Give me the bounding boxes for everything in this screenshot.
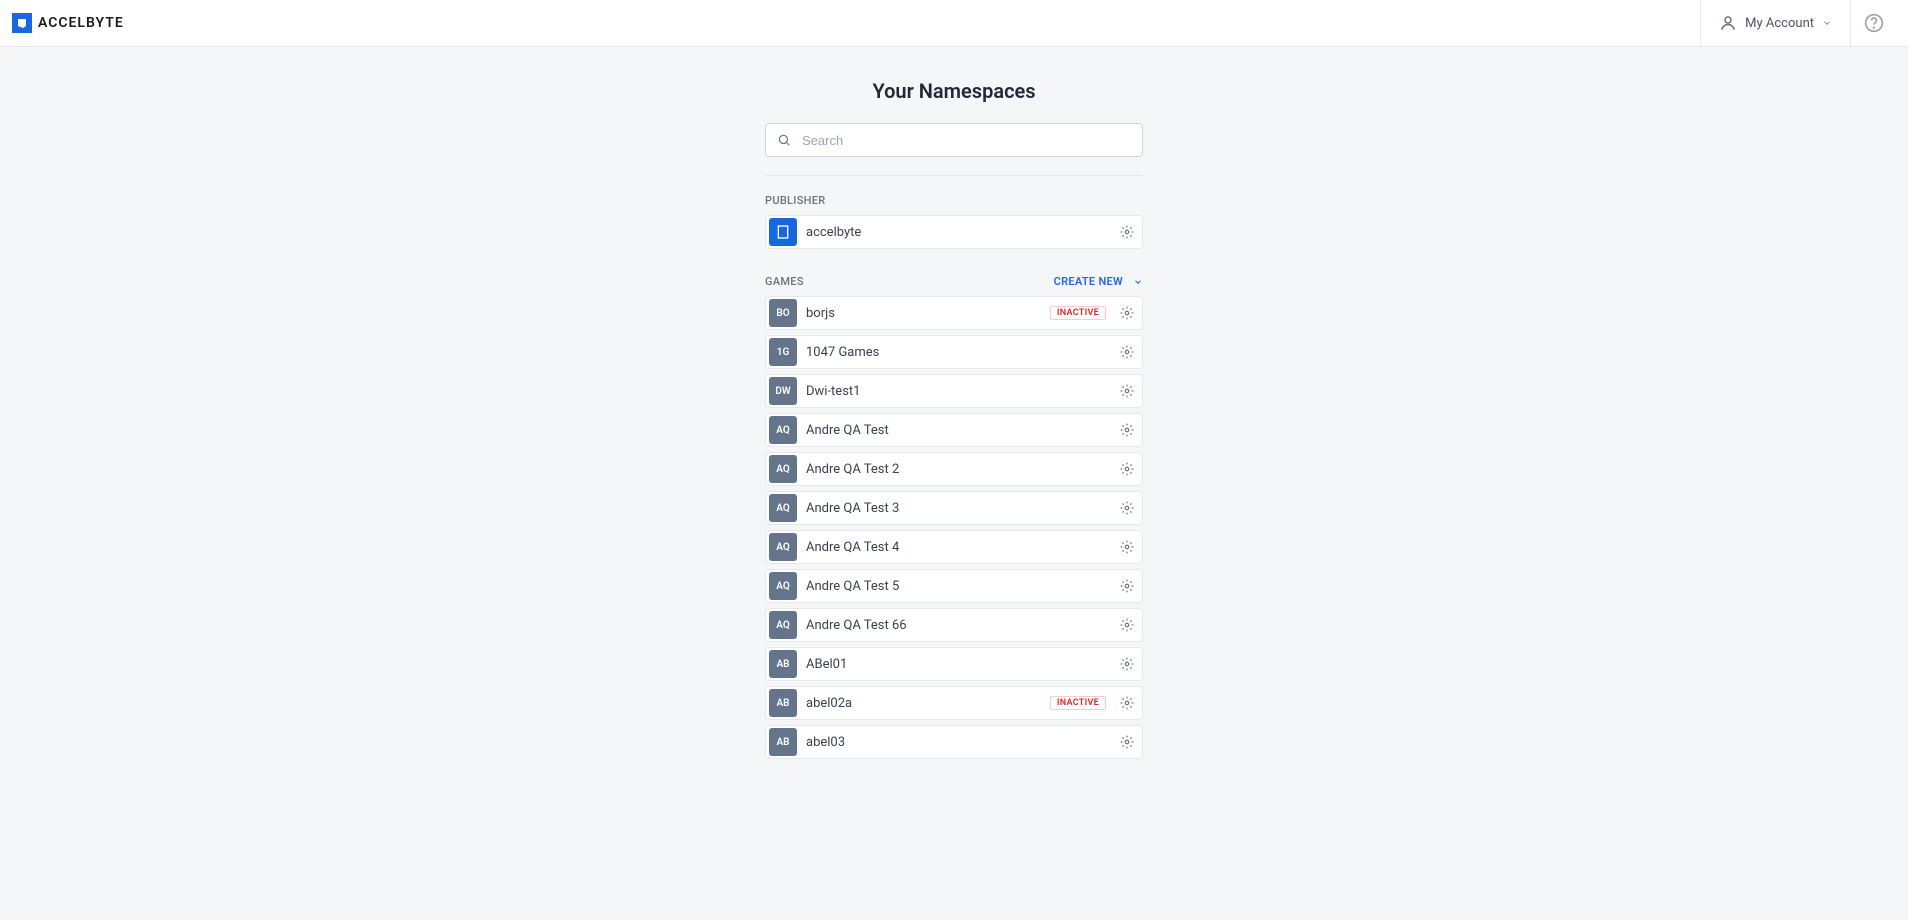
chevron-down-icon xyxy=(1133,277,1143,287)
status-badge: INACTIVE xyxy=(1050,696,1106,710)
game-settings-button[interactable] xyxy=(1112,423,1142,437)
account-label: My Account xyxy=(1745,16,1814,31)
game-name: Andre QA Test xyxy=(800,423,1112,438)
help-icon xyxy=(1864,13,1884,33)
logo-text: ACCELBYTE xyxy=(38,15,124,31)
main-content: Your Namespaces PUBLISHER accelb xyxy=(765,47,1143,804)
games-section: GAMES CREATE NEW BOborjsINACTIVE1G1047 G… xyxy=(765,275,1143,759)
game-initials-icon: AB xyxy=(769,650,797,678)
building-icon xyxy=(769,218,797,246)
gear-icon xyxy=(1120,345,1134,359)
gear-icon xyxy=(1120,735,1134,749)
publisher-card[interactable]: accelbyte xyxy=(765,215,1143,249)
create-new-label: CREATE NEW xyxy=(1054,275,1123,288)
publisher-section-label: PUBLISHER xyxy=(765,194,1143,207)
game-name: Andre QA Test 5 xyxy=(800,579,1112,594)
gear-icon xyxy=(1120,657,1134,671)
game-name: Andre QA Test 3 xyxy=(800,501,1112,516)
search-input[interactable] xyxy=(765,123,1143,157)
game-initials-icon: AQ xyxy=(769,611,797,639)
game-settings-button[interactable] xyxy=(1112,462,1142,476)
game-card[interactable]: BOborjsINACTIVE xyxy=(765,296,1143,330)
gear-icon xyxy=(1120,306,1134,320)
search-container xyxy=(765,123,1143,157)
game-name: 1047 Games xyxy=(800,345,1112,360)
game-card[interactable]: AQAndre QA Test 5 xyxy=(765,569,1143,603)
top-header: ACCELBYTE My Account xyxy=(0,0,1908,47)
header-right: My Account xyxy=(1700,0,1896,46)
gear-icon xyxy=(1120,540,1134,554)
game-settings-button[interactable] xyxy=(1112,384,1142,398)
game-settings-button[interactable] xyxy=(1112,696,1142,710)
game-card[interactable]: AQAndre QA Test 4 xyxy=(765,530,1143,564)
game-name: Andre QA Test 2 xyxy=(800,462,1112,477)
game-settings-button[interactable] xyxy=(1112,540,1142,554)
gear-icon xyxy=(1120,225,1134,239)
game-card[interactable]: ABabel03 xyxy=(765,725,1143,759)
game-initials-icon: AQ xyxy=(769,416,797,444)
gear-icon xyxy=(1120,618,1134,632)
chevron-down-icon xyxy=(1822,18,1832,28)
search-icon xyxy=(777,133,791,147)
game-name: abel03 xyxy=(800,735,1112,750)
game-card[interactable]: AQAndre QA Test xyxy=(765,413,1143,447)
game-initials-icon: BO xyxy=(769,299,797,327)
game-initials-icon: AQ xyxy=(769,494,797,522)
games-list: BOborjsINACTIVE1G1047 GamesDWDwi-test1AQ… xyxy=(765,296,1143,759)
game-initials-icon: AQ xyxy=(769,533,797,561)
gear-icon xyxy=(1120,579,1134,593)
game-settings-button[interactable] xyxy=(1112,306,1142,320)
gear-icon xyxy=(1120,501,1134,515)
game-initials-icon: DW xyxy=(769,377,797,405)
gear-icon xyxy=(1120,696,1134,710)
help-button[interactable] xyxy=(1850,0,1896,46)
game-name: borjs xyxy=(800,306,1050,321)
game-initials-icon: AB xyxy=(769,689,797,717)
status-badge: INACTIVE xyxy=(1050,306,1106,320)
game-initials-icon: AB xyxy=(769,728,797,756)
divider xyxy=(765,175,1143,176)
games-header-row: GAMES CREATE NEW xyxy=(765,275,1143,288)
game-settings-button[interactable] xyxy=(1112,345,1142,359)
publisher-settings-button[interactable] xyxy=(1112,225,1142,239)
game-card[interactable]: ABabel02aINACTIVE xyxy=(765,686,1143,720)
game-name: abel02a xyxy=(800,696,1050,711)
user-icon xyxy=(1719,14,1737,32)
game-initials-icon: 1G xyxy=(769,338,797,366)
game-card[interactable]: AQAndre QA Test 3 xyxy=(765,491,1143,525)
game-name: Andre QA Test 4 xyxy=(800,540,1112,555)
game-name: Andre QA Test 66 xyxy=(800,618,1112,633)
logo-icon xyxy=(12,13,32,33)
game-card[interactable]: 1G1047 Games xyxy=(765,335,1143,369)
game-settings-button[interactable] xyxy=(1112,501,1142,515)
games-section-label: GAMES xyxy=(765,275,804,288)
game-settings-button[interactable] xyxy=(1112,657,1142,671)
game-card[interactable]: AQAndre QA Test 2 xyxy=(765,452,1143,486)
create-new-button[interactable]: CREATE NEW xyxy=(1054,275,1143,288)
game-card[interactable]: AQAndre QA Test 66 xyxy=(765,608,1143,642)
logo[interactable]: ACCELBYTE xyxy=(12,13,124,33)
publisher-name: accelbyte xyxy=(800,225,1112,240)
game-initials-icon: AQ xyxy=(769,455,797,483)
game-name: ABel01 xyxy=(800,657,1112,672)
gear-icon xyxy=(1120,423,1134,437)
game-settings-button[interactable] xyxy=(1112,579,1142,593)
game-settings-button[interactable] xyxy=(1112,735,1142,749)
my-account-button[interactable]: My Account xyxy=(1700,0,1850,46)
page-title: Your Namespaces xyxy=(765,79,1143,103)
game-settings-button[interactable] xyxy=(1112,618,1142,632)
gear-icon xyxy=(1120,462,1134,476)
game-card[interactable]: ABABel01 xyxy=(765,647,1143,681)
gear-icon xyxy=(1120,384,1134,398)
game-name: Dwi-test1 xyxy=(800,384,1112,399)
publisher-section: PUBLISHER accelbyte xyxy=(765,194,1143,249)
game-initials-icon: AQ xyxy=(769,572,797,600)
game-card[interactable]: DWDwi-test1 xyxy=(765,374,1143,408)
